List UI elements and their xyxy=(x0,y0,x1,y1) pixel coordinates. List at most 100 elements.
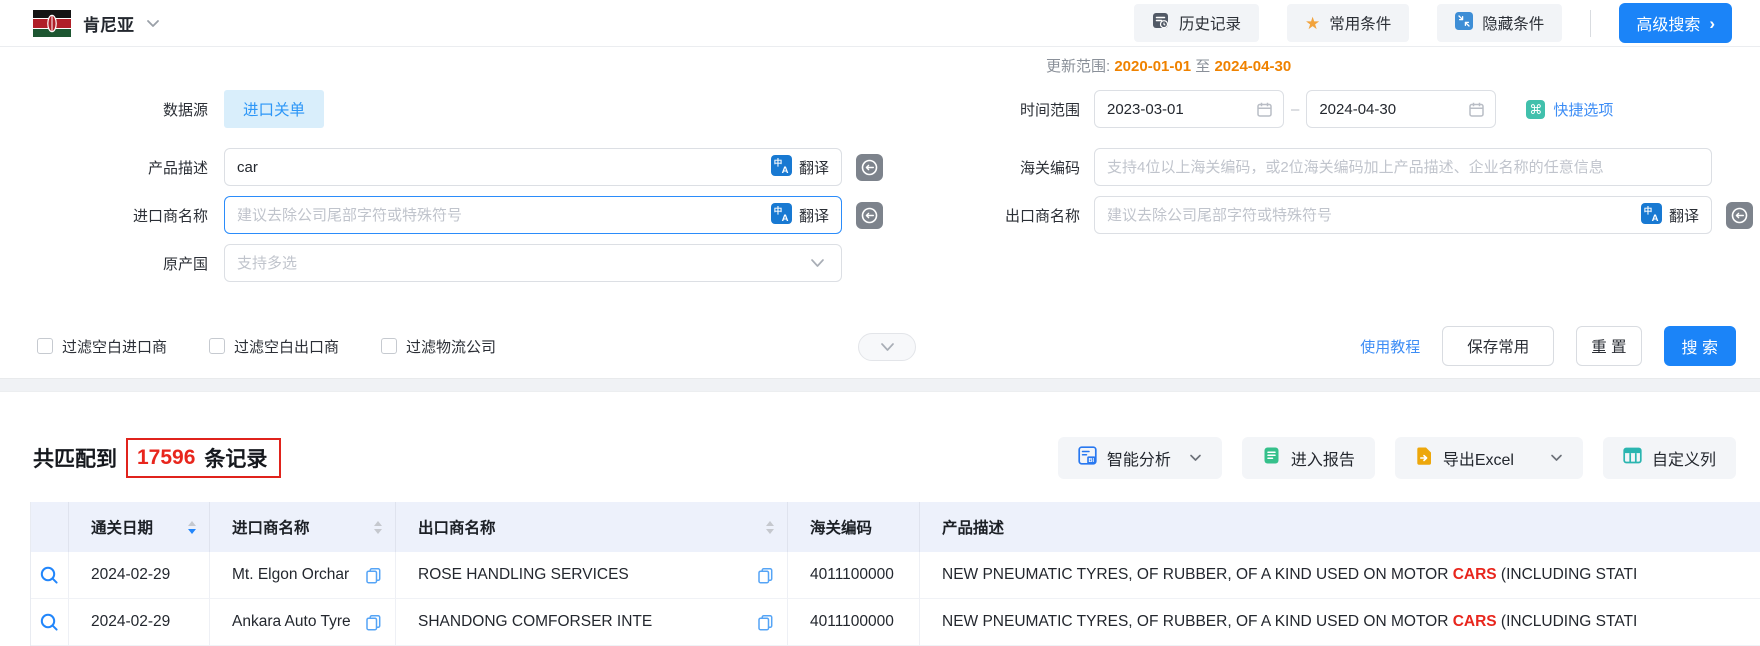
exporter-row: 出口商名称 中A 翻译 xyxy=(920,196,1753,234)
hs-code-inputbox[interactable] xyxy=(1094,148,1712,186)
chevron-down-icon[interactable] xyxy=(1550,454,1563,462)
table-row[interactable]: 2024-02-29 Ankara Auto Tyre SHANDONG COM… xyxy=(31,599,1760,646)
date-to-input[interactable] xyxy=(1306,90,1496,128)
header-hs-code-label: 海关编码 xyxy=(810,516,872,538)
date-cell: 2024-02-29 xyxy=(69,599,210,646)
data-source-tag-import[interactable]: 进口关单 xyxy=(224,90,324,128)
copy-icon[interactable] xyxy=(757,567,774,584)
sort-control[interactable] xyxy=(188,521,196,534)
time-range-label: 时间范围 xyxy=(920,99,1080,120)
hs-code-value: 4011100000 xyxy=(810,613,894,631)
table-row[interactable]: 2024-02-29 Mt. Elgon Orchar ROSE HANDLIN… xyxy=(31,552,1760,599)
exclude-filter-button[interactable] xyxy=(1726,202,1753,229)
copy-icon[interactable] xyxy=(365,614,382,631)
export-excel-label: 导出Excel xyxy=(1443,446,1514,470)
date-range-separator: – xyxy=(1291,101,1299,118)
hs-code-cell: 4011100000 xyxy=(788,552,920,599)
date-value: 2024-02-29 xyxy=(91,613,170,631)
hide-conditions-button[interactable]: 隐藏条件 xyxy=(1437,4,1562,42)
filter-blank-exporter-checkbox[interactable]: 过滤空白出口商 xyxy=(209,336,339,357)
enter-report-button[interactable]: 进入报告 xyxy=(1242,437,1375,479)
importer-input[interactable] xyxy=(225,207,771,224)
hs-code-row: 海关编码 xyxy=(920,148,1712,186)
section-divider xyxy=(0,378,1760,392)
copy-icon[interactable] xyxy=(757,614,774,631)
calendar-icon[interactable] xyxy=(1256,101,1283,118)
header-date-label: 通关日期 xyxy=(91,516,153,538)
favorites-label: 常用条件 xyxy=(1329,12,1391,34)
record-count: 17596 xyxy=(137,446,195,470)
results-bar: 共匹配到 17596 条记录 BI 智能分析 进入报告 xyxy=(0,392,1760,502)
star-icon: ★ xyxy=(1305,15,1320,32)
exclude-filter-button[interactable] xyxy=(856,154,883,181)
chevron-right-icon: › xyxy=(1709,15,1715,32)
advanced-search-button[interactable]: 高级搜索 › xyxy=(1619,3,1732,43)
table-header-row: 通关日期 进口商名称 出口商名称 海关编码 产品描述 xyxy=(31,502,1760,552)
translate-button[interactable]: 中A 翻译 xyxy=(771,203,841,228)
search-button[interactable]: 搜 索 xyxy=(1664,326,1736,366)
header-importer-label: 进口商名称 xyxy=(232,516,310,538)
update-range-label: 更新范围: xyxy=(1046,58,1110,75)
header-importer[interactable]: 进口商名称 xyxy=(210,502,396,552)
translate-icon: 中A xyxy=(771,203,792,228)
filter-blank-importer-checkbox[interactable]: 过滤空白进口商 xyxy=(37,336,167,357)
importer-value: Ankara Auto Tyre xyxy=(232,613,351,631)
custom-columns-button[interactable]: 自定义列 xyxy=(1603,437,1736,479)
magnifier-icon[interactable] xyxy=(39,612,60,633)
exporter-input[interactable] xyxy=(1095,207,1641,224)
calendar-icon[interactable] xyxy=(1468,101,1495,118)
sort-control[interactable] xyxy=(766,521,774,534)
importer-inputbox[interactable]: 中A 翻译 xyxy=(224,196,842,234)
date-from-input[interactable] xyxy=(1094,90,1284,128)
bi-analysis-icon: BI xyxy=(1078,446,1097,470)
data-source-label: 数据源 xyxy=(0,99,208,120)
header-exporter[interactable]: 出口商名称 xyxy=(396,502,788,552)
product-desc-inputbox[interactable]: 中A 翻译 xyxy=(224,148,842,186)
exporter-inputbox[interactable]: 中A 翻译 xyxy=(1094,196,1712,234)
checkbox[interactable] xyxy=(381,338,397,354)
match-prefix: 共匹配到 xyxy=(33,443,117,473)
date-to-value[interactable] xyxy=(1307,101,1468,118)
annotation-red-box: 17596 条记录 xyxy=(126,438,281,478)
chevron-down-icon xyxy=(1189,454,1202,462)
expand-more-conditions-button[interactable] xyxy=(858,333,916,361)
date-value: 2024-02-29 xyxy=(91,566,170,584)
importer-cell: Ankara Auto Tyre xyxy=(210,599,396,646)
highlight-keyword: CARS xyxy=(1453,613,1497,630)
reset-button[interactable]: 重 置 xyxy=(1576,326,1641,366)
product-desc-input[interactable] xyxy=(225,159,771,176)
magnifier-icon[interactable] xyxy=(39,565,60,586)
data-source-row: 数据源 进口关单 xyxy=(0,90,324,128)
hs-code-cell: 4011100000 xyxy=(788,599,920,646)
header-detail-col xyxy=(31,502,69,552)
filter-logistics-checkbox[interactable]: 过滤物流公司 xyxy=(381,336,496,357)
sort-control[interactable] xyxy=(374,521,382,534)
detail-cell xyxy=(31,599,69,646)
quick-options-link[interactable]: ⌘ 快捷选项 xyxy=(1526,99,1613,120)
kenya-flag-icon xyxy=(33,10,71,37)
favorites-button[interactable]: ★ 常用条件 xyxy=(1287,4,1409,42)
copy-icon[interactable] xyxy=(365,567,382,584)
importer-row: 进口商名称 中A 翻译 xyxy=(0,196,883,234)
translate-button[interactable]: 中A 翻译 xyxy=(1641,203,1711,228)
header-date[interactable]: 通关日期 xyxy=(69,502,210,552)
quick-options-label: 快捷选项 xyxy=(1553,99,1613,120)
enter-report-label: 进入报告 xyxy=(1291,446,1355,470)
date-from-value[interactable] xyxy=(1095,101,1256,118)
history-button[interactable]: 历史记录 xyxy=(1134,4,1259,42)
trade-data-search-page: 肯尼亚 历史记录 ★ 常用条件 隐藏条件 xyxy=(0,0,1760,646)
update-range-to-word: 至 xyxy=(1195,58,1210,75)
checkbox[interactable] xyxy=(209,338,225,354)
hs-code-input[interactable] xyxy=(1095,159,1711,176)
tutorial-link[interactable]: 使用教程 xyxy=(1360,336,1420,357)
save-conditions-button[interactable]: 保存常用 xyxy=(1442,326,1554,366)
importer-value: Mt. Elgon Orchar xyxy=(232,566,349,584)
translate-button[interactable]: 中A 翻译 xyxy=(771,155,841,180)
checkbox[interactable] xyxy=(37,338,53,354)
origin-country-select[interactable] xyxy=(224,244,842,282)
smart-analysis-button[interactable]: BI 智能分析 xyxy=(1058,437,1222,479)
exclude-filter-button[interactable] xyxy=(856,202,883,229)
origin-country-input[interactable] xyxy=(225,255,810,272)
export-excel-button[interactable]: 导出Excel xyxy=(1395,437,1583,479)
country-selector[interactable]: 肯尼亚 xyxy=(33,10,160,37)
